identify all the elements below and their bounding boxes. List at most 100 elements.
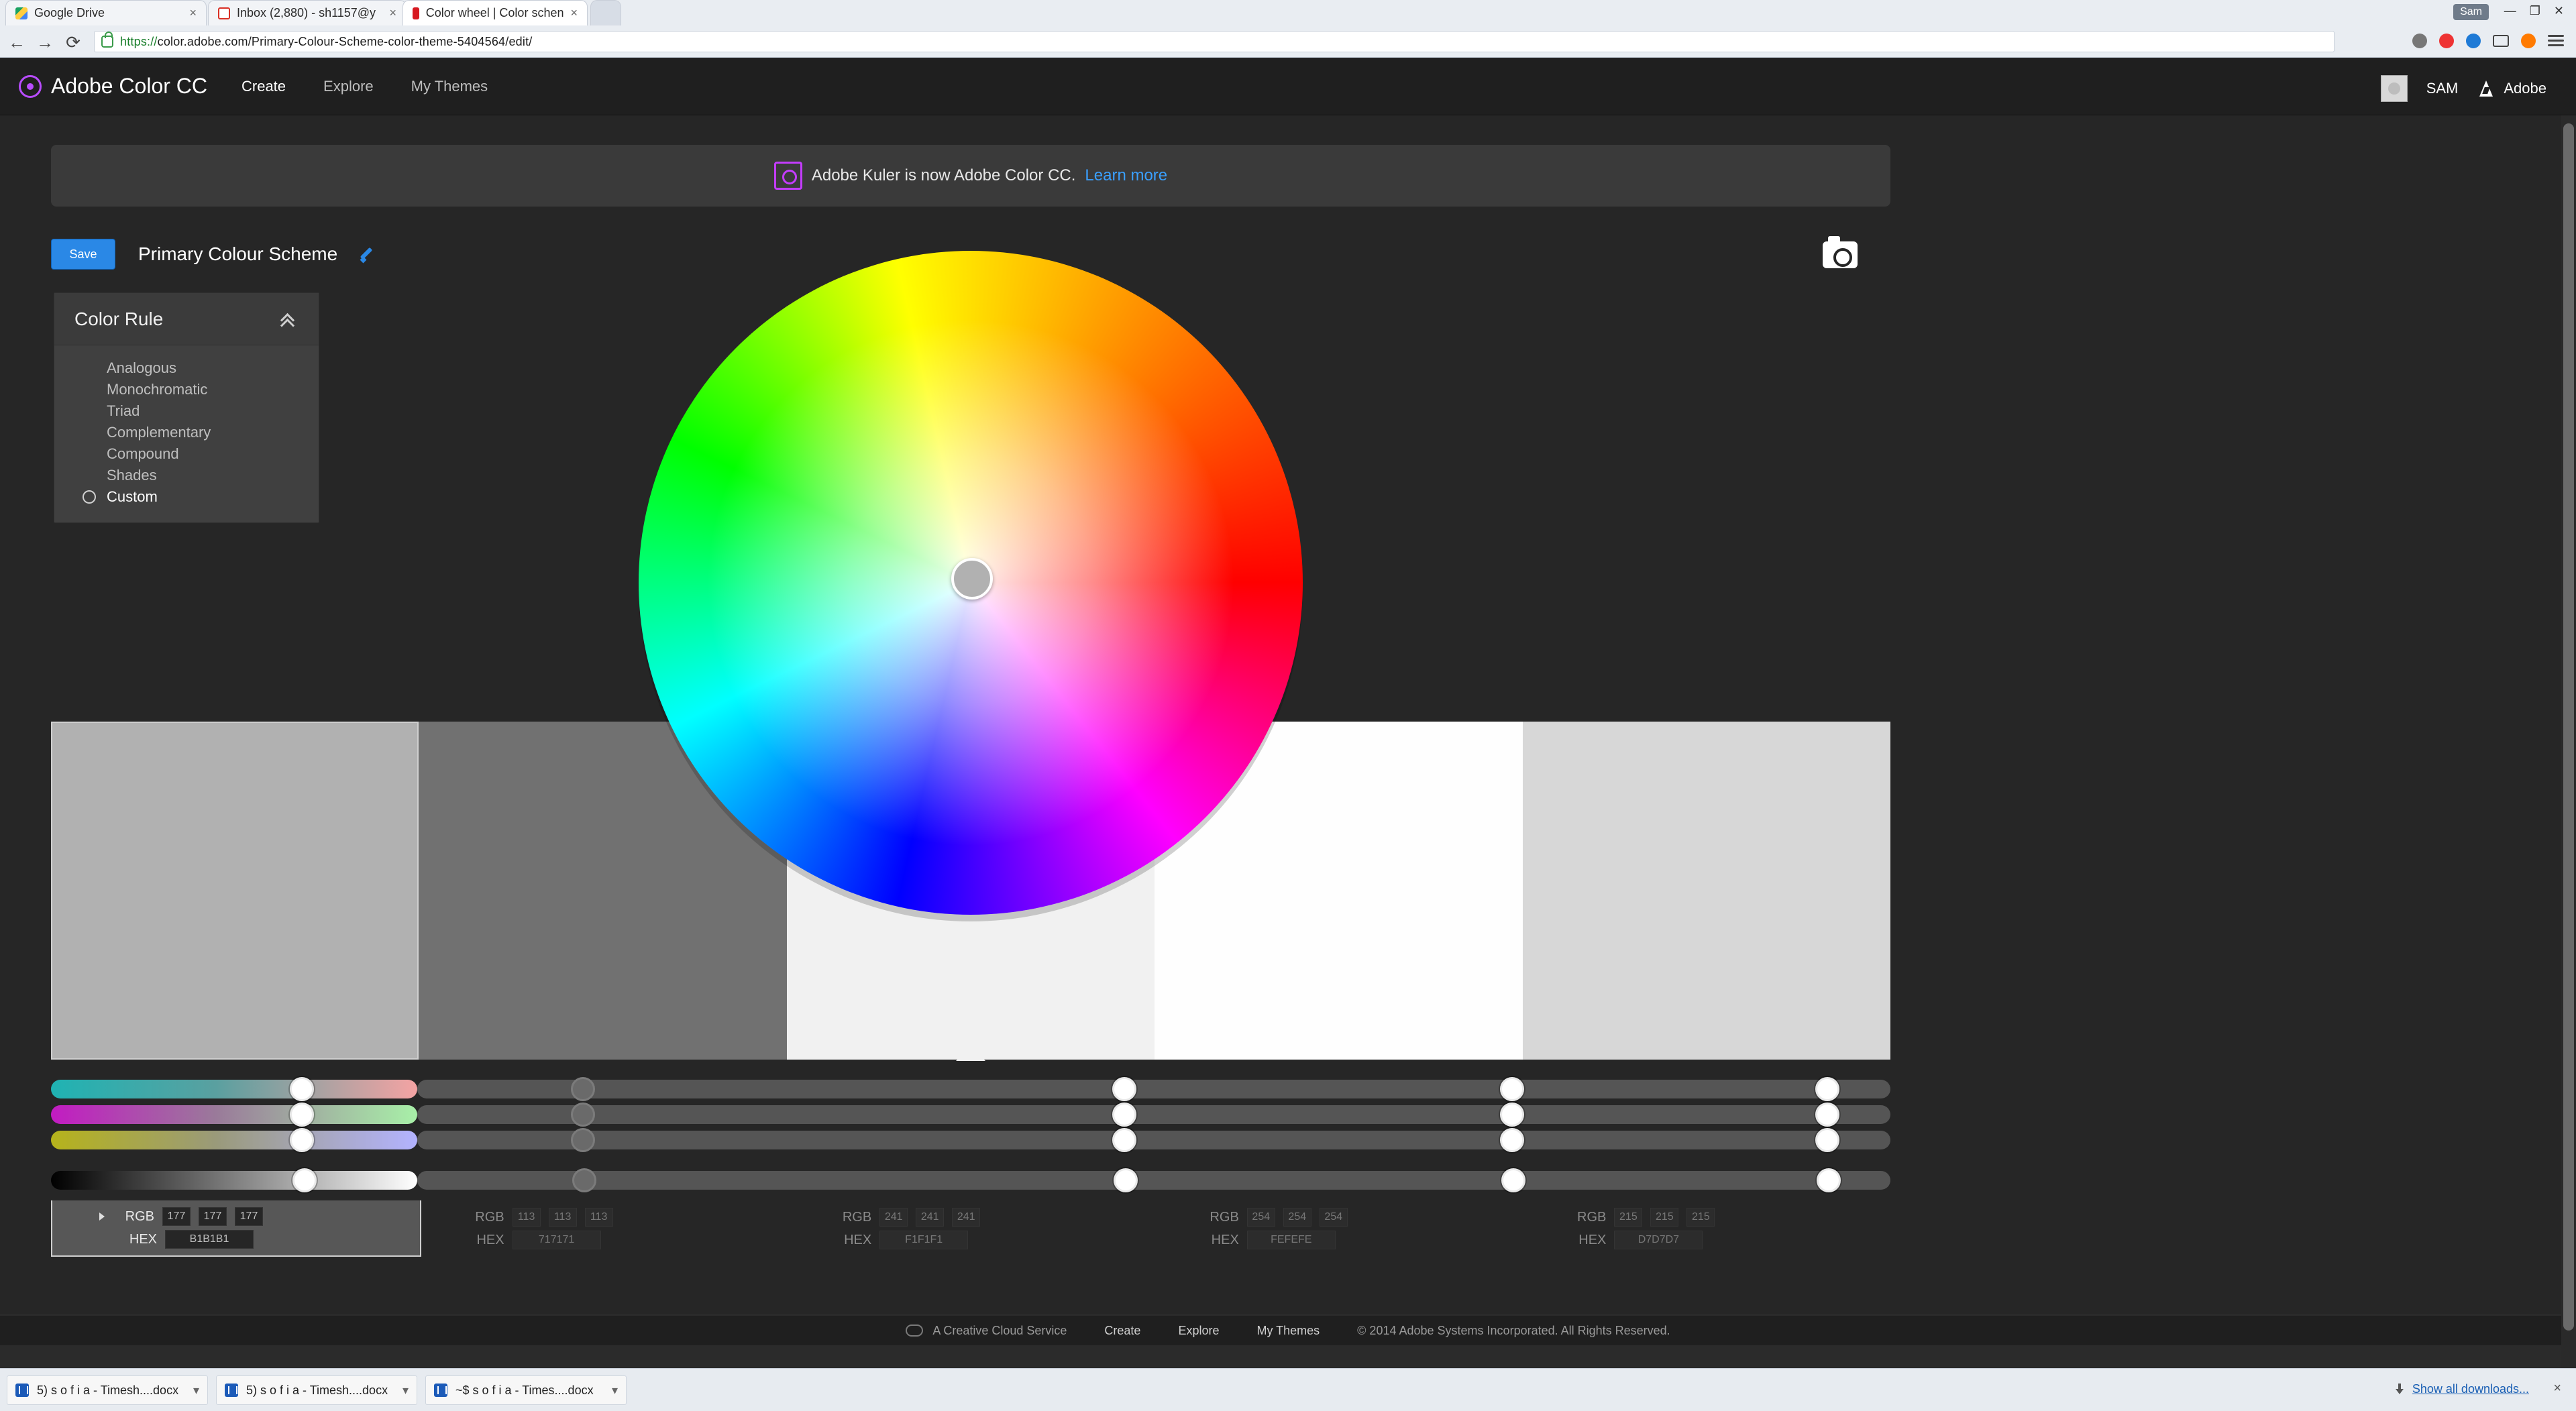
slider-red-knob-4[interactable] [1500, 1077, 1524, 1101]
rgb-b[interactable]: 254 [1319, 1208, 1348, 1227]
slider-red-track[interactable] [51, 1080, 417, 1098]
slider-green-knob-5[interactable] [1815, 1103, 1839, 1127]
download-menu-icon[interactable]: ▾ [402, 1384, 409, 1398]
download-menu-icon[interactable]: ▾ [193, 1384, 199, 1398]
slider-brightness-knob-5[interactable] [1817, 1168, 1841, 1192]
collapse-icon[interactable] [278, 311, 294, 327]
adobe-link[interactable]: Adobe [2477, 79, 2546, 98]
rgb-r[interactable]: 241 [879, 1208, 908, 1227]
slider-red-knob-5[interactable] [1815, 1077, 1839, 1101]
camera-icon[interactable] [1823, 236, 1858, 268]
rgb-g[interactable]: 254 [1283, 1208, 1311, 1227]
slider-brightness-knob-1[interactable] [292, 1168, 317, 1192]
rgb-r[interactable]: 254 [1246, 1208, 1275, 1227]
rgb-g[interactable]: 215 [1650, 1208, 1679, 1227]
slider-red-knob-2[interactable] [571, 1077, 595, 1101]
hex-value[interactable]: F1F1F1 [879, 1231, 969, 1249]
download-menu-icon[interactable]: ▾ [612, 1384, 618, 1398]
edit-title-icon[interactable] [360, 245, 378, 263]
minimize-icon[interactable]: — [2504, 4, 2516, 18]
star-icon[interactable] [2412, 34, 2427, 48]
rule-triad[interactable]: Triad [54, 400, 319, 422]
tab-color-wheel[interactable]: Color wheel | Color schen × [402, 0, 588, 25]
color-wheel-handle[interactable] [951, 558, 993, 600]
cast-icon[interactable] [2493, 35, 2509, 47]
slider-brightness-knob-2[interactable] [572, 1168, 596, 1192]
forward-icon[interactable]: → [35, 32, 55, 52]
slider-brightness-knob-3[interactable] [1114, 1168, 1138, 1192]
rule-custom[interactable]: Custom [54, 486, 319, 508]
extension-red-icon[interactable] [2439, 34, 2454, 48]
restore-icon[interactable]: ❐ [2530, 4, 2540, 18]
slider-brightness-track-right[interactable] [417, 1171, 1890, 1190]
close-tab-icon[interactable]: × [189, 6, 197, 20]
reload-icon[interactable]: ⟳ [63, 32, 83, 52]
color-rule-header[interactable]: Color Rule [54, 293, 319, 345]
slider-blue-row[interactable] [51, 1128, 1890, 1152]
brand[interactable]: Adobe Color CC [19, 74, 207, 99]
close-tab-icon[interactable]: × [570, 6, 578, 20]
show-all-downloads-link[interactable]: Show all downloads... [2394, 1382, 2529, 1396]
slider-blue-knob-5[interactable] [1815, 1128, 1839, 1152]
close-icon[interactable]: ✕ [2554, 4, 2564, 18]
slider-green-row[interactable] [51, 1103, 1890, 1127]
download-item-1[interactable]: 5) s o f i a - Timesh....docx ▾ [7, 1375, 208, 1405]
address-bar[interactable]: https://color.adobe.com/Primary-Colour-S… [94, 31, 2334, 52]
slider-blue-knob-4[interactable] [1500, 1128, 1524, 1152]
close-tab-icon[interactable]: × [389, 6, 396, 20]
rgb-b[interactable]: 215 [1686, 1208, 1715, 1227]
slider-blue-track[interactable] [51, 1131, 417, 1149]
footer-create-link[interactable]: Create [1104, 1324, 1140, 1338]
download-item-2[interactable]: 5) s o f i a - Timesh....docx ▾ [216, 1375, 417, 1405]
rule-analogous[interactable]: Analogous [54, 357, 319, 379]
tab-google-drive[interactable]: Google Drive × [5, 0, 207, 25]
nav-explore[interactable]: Explore [323, 78, 374, 95]
close-downloads-icon[interactable]: × [2553, 1381, 2561, 1396]
rgb-b[interactable]: 241 [952, 1208, 981, 1227]
extension-blue-icon[interactable] [2466, 34, 2481, 48]
tab-inbox[interactable]: Inbox (2,880) - sh1157@y × [208, 0, 407, 25]
rgb-g[interactable]: 113 [548, 1208, 577, 1227]
slider-green-knob-1[interactable] [290, 1103, 314, 1127]
menu-icon[interactable] [2548, 35, 2564, 47]
hex-value[interactable]: B1B1B1 [165, 1230, 254, 1249]
back-icon[interactable]: ← [7, 32, 27, 52]
rgb-b[interactable]: 177 [235, 1207, 263, 1226]
slider-green-knob-4[interactable] [1500, 1103, 1524, 1127]
color-wheel[interactable] [639, 251, 1303, 915]
slider-blue-knob-3[interactable] [1112, 1128, 1136, 1152]
scroll-thumb[interactable] [2563, 123, 2574, 1331]
slider-red-knob-1[interactable] [290, 1077, 314, 1101]
theme-title[interactable]: Primary Colour Scheme [138, 243, 337, 265]
slider-blue-knob-2[interactable] [571, 1128, 595, 1152]
slider-red-track-right[interactable] [417, 1080, 1890, 1098]
rgb-r[interactable]: 177 [162, 1207, 191, 1226]
slider-green-knob-3[interactable] [1112, 1103, 1136, 1127]
rgb-g[interactable]: 177 [199, 1207, 227, 1226]
rgb-b[interactable]: 113 [584, 1208, 613, 1227]
hex-value[interactable]: FEFEFE [1246, 1231, 1336, 1249]
footer-my-themes-link[interactable]: My Themes [1256, 1324, 1320, 1338]
extension-flame-icon[interactable] [2521, 34, 2536, 48]
nav-create[interactable]: Create [241, 78, 286, 95]
nav-my-themes[interactable]: My Themes [411, 78, 488, 95]
swatch-1[interactable] [51, 722, 419, 1060]
footer-explore-link[interactable]: Explore [1178, 1324, 1219, 1338]
rule-monochromatic[interactable]: Monochromatic [54, 379, 319, 400]
slider-green-track[interactable] [51, 1105, 417, 1124]
slider-green-track-right[interactable] [417, 1105, 1890, 1124]
hex-value[interactable]: D7D7D7 [1614, 1231, 1703, 1249]
rgb-g[interactable]: 241 [916, 1208, 945, 1227]
slider-red-row[interactable] [51, 1077, 1890, 1101]
slider-brightness-track[interactable] [51, 1171, 417, 1190]
slider-green-knob-2[interactable] [571, 1103, 595, 1127]
hex-value[interactable]: 717171 [512, 1231, 601, 1249]
slider-red-knob-3[interactable] [1112, 1077, 1136, 1101]
save-button[interactable]: Save [51, 239, 115, 270]
slider-brightness-knob-4[interactable] [1501, 1168, 1525, 1192]
rgb-r[interactable]: 113 [512, 1208, 541, 1227]
rule-compound[interactable]: Compound [54, 443, 319, 465]
swatch-5[interactable] [1522, 722, 1891, 1060]
user-avatar[interactable] [2380, 75, 2408, 102]
slider-blue-knob-1[interactable] [290, 1128, 314, 1152]
